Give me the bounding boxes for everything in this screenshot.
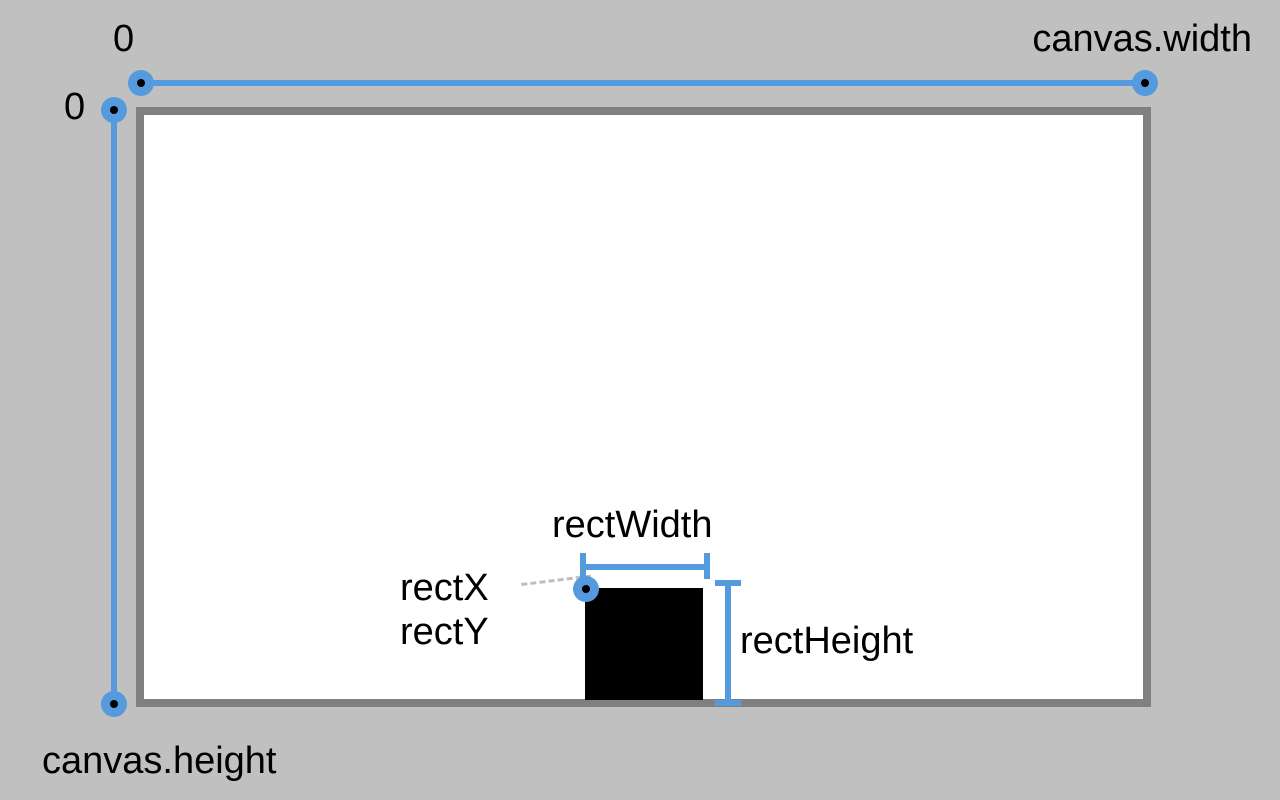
rect-origin-point [573,576,599,602]
y-axis-origin-point [101,97,127,123]
y-origin-label: 0 [64,86,85,129]
example-rectangle [585,588,703,700]
rect-width-label: rectWidth [552,504,712,547]
y-axis-ruler [111,110,117,705]
canvas-width-label: canvas.width [1032,18,1252,61]
y-axis-end-point [101,691,127,717]
x-axis-ruler [141,80,1146,86]
x-axis-end-point [1132,70,1158,96]
canvas-coordinate-diagram: 0 canvas.width 0 canvas.height rectX rec… [0,0,1280,800]
x-axis-origin-point [128,70,154,96]
rect-height-label: rectHeight [740,620,913,663]
x-origin-label: 0 [113,18,134,61]
rect-origin-labels: rectX rectY [400,567,489,654]
rect-x-label: rectX [400,567,489,611]
canvas-height-label: canvas.height [42,740,277,783]
rect-y-label: rectY [400,611,489,655]
